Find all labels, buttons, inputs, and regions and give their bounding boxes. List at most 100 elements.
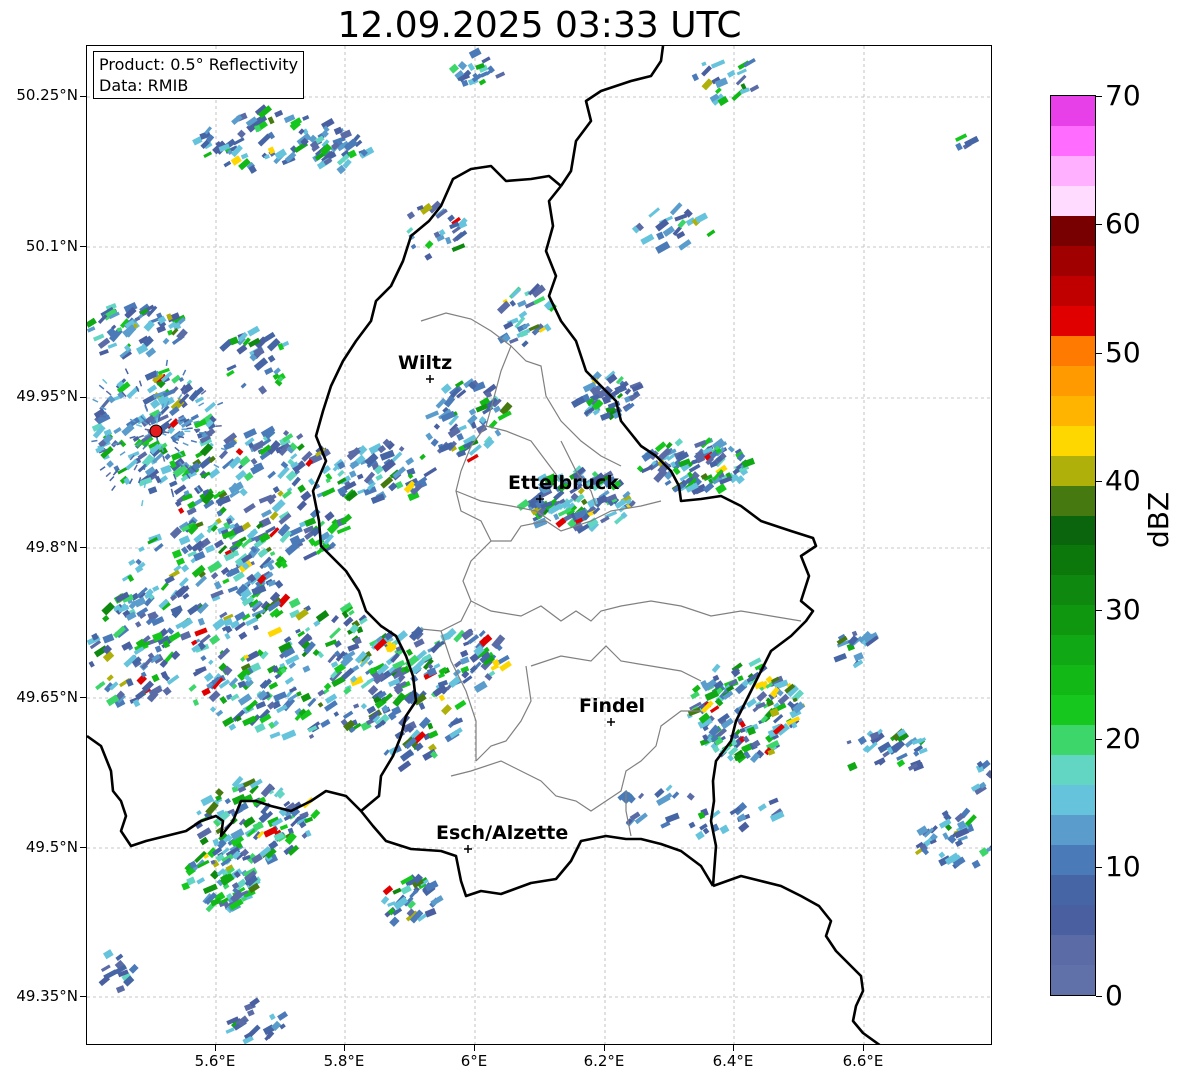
echo-cell: [296, 433, 304, 440]
colorbar-segment: [1051, 965, 1095, 995]
echo-cell: [674, 438, 684, 447]
echo-cell: [230, 693, 240, 702]
clutter-ray: [102, 378, 108, 385]
echo-cell: [304, 517, 317, 527]
echo-cell: [298, 128, 305, 135]
echo-cell: [281, 729, 297, 741]
echo-cell: [445, 236, 452, 245]
echo-cell: [208, 468, 221, 479]
echo-cell: [308, 733, 315, 740]
echo-cell: [204, 401, 217, 413]
echo-cell: [253, 357, 269, 371]
echo-cell: [423, 467, 438, 478]
echo-cell: [213, 580, 222, 590]
echo-cell: [331, 615, 339, 624]
echo-cell: [342, 710, 354, 720]
echo-cell: [964, 135, 980, 148]
echo-cell: [168, 480, 178, 488]
echo-cell: [706, 229, 716, 238]
echo-cell: [425, 432, 434, 441]
echo-cell: [333, 711, 340, 717]
echo-cell: [300, 692, 312, 703]
echo-cell: [115, 985, 126, 994]
echo-cell: [406, 227, 414, 234]
echo-cell: [237, 129, 246, 139]
city-label-findel: Findel: [579, 695, 645, 717]
colorbar-label-60: 60: [1105, 207, 1141, 240]
echo-cell: [495, 71, 506, 79]
echo-cell: [543, 323, 552, 332]
echo-cell: [637, 792, 645, 800]
echo-cell: [275, 789, 286, 799]
echo-cell: [307, 477, 316, 486]
echo-cell: [399, 748, 415, 762]
echo-cell: [737, 675, 744, 682]
echo-cell: [454, 230, 468, 242]
colorbar-segment: [1051, 125, 1095, 156]
clutter-ray: [190, 439, 197, 443]
echo-cell: [971, 859, 981, 869]
echo-cell: [267, 354, 276, 363]
clutter-ray: [215, 424, 222, 427]
echo-cell: [701, 78, 714, 91]
colorbar-segment: [1051, 455, 1095, 486]
echo-cell: [749, 84, 760, 93]
echo-cell: [662, 225, 676, 237]
echo-cell: [127, 451, 140, 459]
echo-cell: [742, 735, 750, 744]
echo-cell: [955, 133, 968, 142]
echo-cell: [225, 1027, 235, 1034]
echo-cell: [287, 526, 303, 538]
echo-cell: [441, 704, 452, 716]
colorbar-tick: [1096, 224, 1102, 225]
lon-tick: [344, 1045, 345, 1051]
echo-cell: [324, 700, 338, 712]
echo-cell: [695, 830, 705, 841]
echo-cell: [321, 487, 336, 498]
data-source-label: Data: RMIB: [99, 76, 189, 95]
echo-cell: [267, 626, 283, 638]
clutter-ray: [98, 384, 105, 390]
echo-cell: [226, 364, 237, 372]
echo-cell: [478, 78, 487, 86]
echo-cell: [179, 631, 192, 641]
map-title: 12.09.2025 03:33 UTC: [337, 5, 742, 46]
echo-cell: [290, 453, 298, 460]
echo-cell: [757, 803, 767, 812]
echo-cell: [240, 382, 247, 389]
echo-cell: [147, 611, 158, 621]
colorbar-segment: [1051, 755, 1095, 786]
radar-site-marker[interactable]: [149, 424, 163, 438]
echo-cell: [237, 693, 253, 706]
lat-label-50.25: 50.25°N: [16, 86, 78, 104]
echo-cell: [247, 325, 261, 337]
echo-cell: [382, 885, 394, 896]
echo-cell: [664, 479, 672, 486]
echo-cell: [756, 691, 768, 702]
echo-cell: [268, 1013, 276, 1021]
city-label-esch-alzette: Esch/Alzette: [436, 822, 568, 844]
clutter-ray: [124, 368, 129, 375]
colorbar-segment: [1051, 605, 1095, 636]
colorbar-tick: [1096, 96, 1102, 97]
colorbar-tick: [1096, 867, 1102, 868]
colorbar-segment: [1051, 95, 1095, 126]
echo-cell: [375, 473, 384, 481]
echo-cell: [481, 56, 491, 64]
clutter-ray: [166, 418, 173, 424]
echo-cell: [494, 429, 502, 437]
echo-cell: [273, 691, 287, 702]
echo-cell: [394, 480, 404, 490]
echo-cell: [300, 490, 312, 502]
echo-cell: [193, 419, 207, 429]
echo-cell: [240, 152, 249, 160]
echo-cell: [709, 705, 720, 714]
clutter-ray: [182, 442, 189, 446]
echo-cell: [955, 142, 963, 151]
echo-cell: [302, 665, 311, 673]
echo-cell: [509, 300, 517, 307]
echo-cell: [451, 243, 466, 253]
radar-map[interactable]: Wiltz Ettelbruck Findel Esch/Alzette: [86, 45, 992, 1045]
echo-cell: [196, 877, 206, 885]
echo-cell: [405, 648, 413, 657]
